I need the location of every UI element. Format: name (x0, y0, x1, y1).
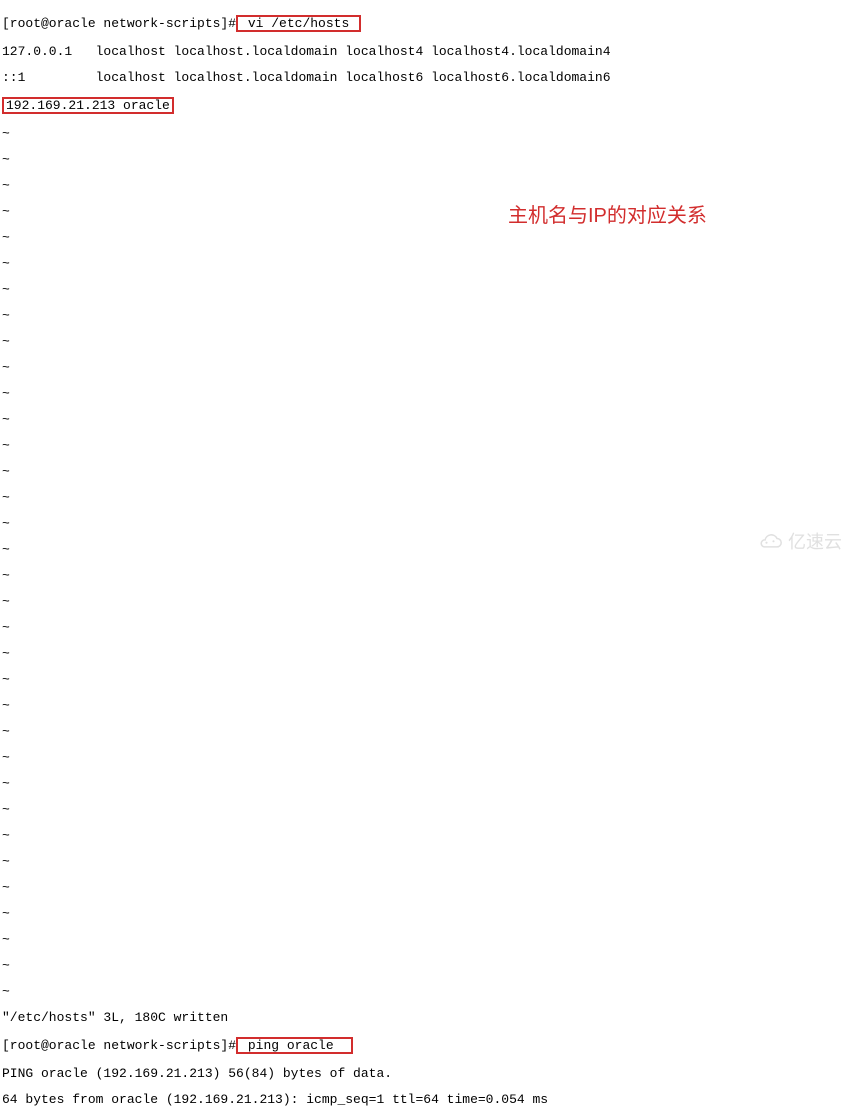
vi-empty-line: ~ (2, 127, 848, 140)
shell-prompt: [root@oracle network-scripts]# (2, 1038, 236, 1053)
prompt-line-2: [root@oracle network-scripts]# ping orac… (2, 1037, 848, 1054)
vi-empty-line: ~ (2, 491, 848, 504)
watermark: 亿速云 (756, 533, 842, 551)
shell-prompt: [root@oracle network-scripts]# (2, 16, 236, 31)
vi-empty-line: ~ (2, 465, 848, 478)
vi-empty-line: ~ (2, 153, 848, 166)
vi-empty-line: ~ (2, 179, 848, 192)
vi-empty-line: ~ (2, 335, 848, 348)
vi-empty-line: ~ (2, 205, 848, 218)
vi-empty-line: ~ (2, 595, 848, 608)
vi-empty-line: ~ (2, 725, 848, 738)
command-vi-hosts: vi /etc/hosts (236, 15, 361, 32)
annotation-label: 主机名与IP的对应关系 (508, 210, 707, 223)
prompt-line-1: [root@oracle network-scripts]# vi /etc/h… (2, 15, 848, 32)
vi-empty-line: ~ (2, 361, 848, 374)
vi-empty-line: ~ (2, 933, 848, 946)
vi-empty-line: ~ (2, 699, 848, 712)
vi-empty-line: ~ (2, 751, 848, 764)
terminal-output: [root@oracle network-scripts]# vi /etc/h… (0, 0, 850, 1114)
vi-empty-line: ~ (2, 231, 848, 244)
watermark-text: 亿速云 (788, 536, 842, 549)
vi-empty-line: ~ (2, 855, 848, 868)
cloud-icon (756, 533, 784, 551)
vi-empty-line: ~ (2, 439, 848, 452)
vi-empty-line: ~ (2, 985, 848, 998)
vi-empty-line: ~ (2, 413, 848, 426)
vi-empty-line: ~ (2, 283, 848, 296)
vi-empty-line: ~ (2, 257, 848, 270)
hosts-entry-highlight: 192.169.21.213 oracle (2, 97, 174, 114)
hosts-file-line-2: ::1 localhost localhost.localdomain loca… (2, 71, 848, 84)
vi-empty-line: ~ (2, 673, 848, 686)
vi-status-line: "/etc/hosts" 3L, 180C written (2, 1011, 848, 1024)
vi-empty-line: ~ (2, 881, 848, 894)
vi-empty-line: ~ (2, 829, 848, 842)
vi-empty-line: ~ (2, 803, 848, 816)
hosts-file-line-1: 127.0.0.1 localhost localhost.localdomai… (2, 45, 848, 58)
vi-empty-line: ~ (2, 569, 848, 582)
vi-empty-line: ~ (2, 959, 848, 972)
vi-empty-line: ~ (2, 517, 848, 530)
vi-empty-line: ~ (2, 387, 848, 400)
command-ping-oracle: ping oracle (236, 1037, 353, 1054)
vi-empty-line: ~ (2, 647, 848, 660)
hosts-entry-line: 192.169.21.213 oracle (2, 97, 848, 114)
vi-empty-line: ~ (2, 543, 848, 556)
vi-empty-line: ~ (2, 621, 848, 634)
vi-empty-line: ~ (2, 777, 848, 790)
ping-output-header: PING oracle (192.169.21.213) 56(84) byte… (2, 1067, 848, 1080)
ping-output-reply: 64 bytes from oracle (192.169.21.213): i… (2, 1093, 848, 1106)
vi-empty-line: ~ (2, 907, 848, 920)
vi-empty-line: ~ (2, 309, 848, 322)
